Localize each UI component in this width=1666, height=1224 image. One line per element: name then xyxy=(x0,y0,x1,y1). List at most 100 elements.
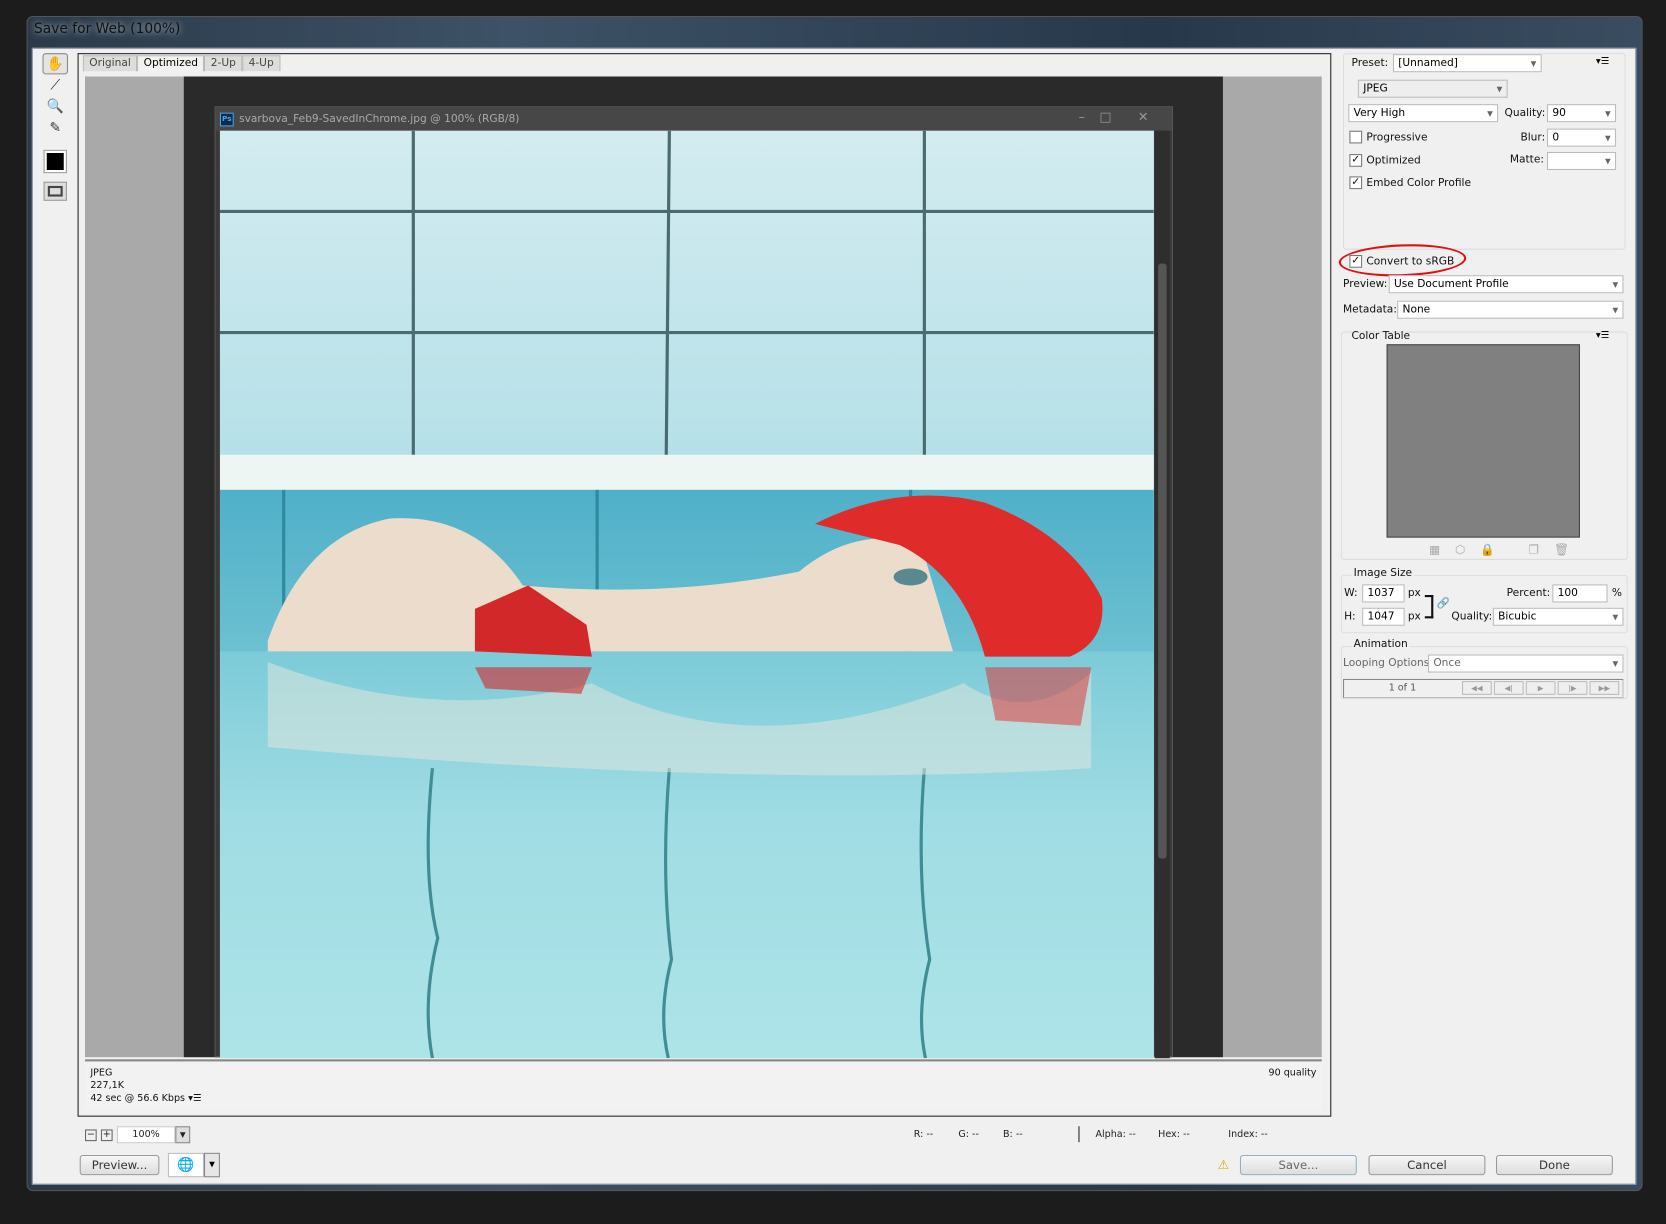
width-field[interactable]: 1037 xyxy=(1362,584,1405,603)
next-frame-button[interactable]: |▶ xyxy=(1557,681,1588,695)
window-title: Save for Web (100%) xyxy=(34,21,181,38)
new-color-icon[interactable]: ❐ xyxy=(1529,543,1539,557)
tab-original[interactable]: Original xyxy=(82,55,138,72)
quality-label: Quality: xyxy=(1504,107,1546,119)
document-vertical-scrollbar[interactable] xyxy=(1154,130,1170,1059)
minimize-icon[interactable]: – xyxy=(1078,109,1084,124)
browser-preview-button[interactable]: 🌐 xyxy=(167,1152,204,1178)
embed-color-profile-checkbox[interactable]: ✓ Embed Color Profile xyxy=(1349,176,1471,190)
eyedropper-icon: ✎ xyxy=(49,119,62,136)
resample-quality-select[interactable]: Bicubic ▼ xyxy=(1492,607,1624,626)
lock-icon[interactable]: 🔒 xyxy=(1480,543,1495,557)
file-size: 227,1K xyxy=(90,1080,124,1092)
preview-profile-select[interactable]: Use Document Profile ▼ xyxy=(1388,275,1624,294)
last-frame-button[interactable]: ▶▶ xyxy=(1589,681,1620,695)
compression-quality-select[interactable]: Very High ▼ xyxy=(1348,104,1499,123)
metadata-label: Metadata: xyxy=(1343,303,1397,316)
slices-icon xyxy=(47,185,63,197)
hand-tool-button[interactable]: ✋ xyxy=(42,53,68,75)
trash-icon[interactable]: 🗑 xyxy=(1554,543,1569,557)
link-icon[interactable]: 🔗 xyxy=(1437,598,1450,610)
eyedropper-tool-button[interactable]: ✎ xyxy=(43,117,69,138)
progressive-checkbox[interactable]: Progressive xyxy=(1349,130,1428,144)
pool-photo xyxy=(219,130,1154,1059)
document-window: Ps svarbova_Feb9-SavedInChrome.jpg @ 100… xyxy=(214,106,1173,1059)
image-size-title: Image Size xyxy=(1351,567,1415,580)
height-unit: px xyxy=(1407,610,1421,623)
cancel-button[interactable]: Cancel xyxy=(1368,1154,1486,1176)
web-shift-icon[interactable]: ▦ xyxy=(1429,543,1440,557)
first-frame-button[interactable]: ◀◀ xyxy=(1462,681,1492,695)
width-label: W: xyxy=(1344,587,1358,600)
zoom-dropdown-arrow[interactable]: ▼ xyxy=(175,1126,191,1144)
document-titlebar: Ps svarbova_Feb9-SavedInChrome.jpg @ 100… xyxy=(215,107,1172,131)
play-button[interactable]: ▶ xyxy=(1525,681,1556,695)
optimized-checkbox[interactable]: ✓ Optimized xyxy=(1349,154,1421,167)
slice-select-tool-button[interactable]: ⟋ xyxy=(43,74,69,95)
percent-field[interactable]: 100 xyxy=(1552,584,1608,603)
download-options-menu-icon[interactable]: ▾☰ xyxy=(188,1093,201,1104)
maximize-icon[interactable]: □ xyxy=(1099,109,1111,124)
quality-info: 90 quality xyxy=(1268,1067,1317,1079)
index-readout: Index: -- xyxy=(1228,1129,1268,1141)
zoom-out-button[interactable]: − xyxy=(85,1128,97,1141)
close-icon[interactable]: ✕ xyxy=(1138,109,1149,124)
done-button[interactable]: Done xyxy=(1496,1154,1613,1176)
previous-frame-button[interactable]: ◀| xyxy=(1493,681,1524,695)
preview-image[interactable] xyxy=(219,130,1154,1059)
b-readout: B: -- xyxy=(1003,1129,1023,1141)
browser-icon: 🌐 xyxy=(177,1157,195,1173)
eyedropper-color-swatch[interactable] xyxy=(43,149,67,174)
preview-profile-label: Preview: xyxy=(1343,278,1388,291)
height-label: H: xyxy=(1344,610,1356,623)
download-time: 42 sec @ 56.6 Kbps ▾☰ xyxy=(90,1093,202,1104)
resample-quality-label: Quality: xyxy=(1451,610,1493,623)
browser-dropdown-arrow[interactable]: ▼ xyxy=(204,1152,220,1178)
frame-counter: 1 of 1 xyxy=(1388,683,1417,694)
constrain-bracket xyxy=(1424,595,1434,619)
embed-color-profile-check[interactable]: ✓ xyxy=(1349,176,1363,190)
tab-2up[interactable]: 2-Up xyxy=(204,55,243,72)
blur-field[interactable]: 0 ▼ xyxy=(1547,128,1617,147)
save-button[interactable]: Save... xyxy=(1239,1154,1357,1176)
file-format: JPEG xyxy=(90,1067,113,1079)
readout-divider xyxy=(1078,1126,1080,1143)
file-format-select[interactable]: JPEG ▼ xyxy=(1357,79,1508,98)
zoom-icon: 🔍 xyxy=(46,98,64,115)
optimize-menu-icon[interactable]: ▾☰ xyxy=(1596,56,1609,67)
width-unit: px xyxy=(1407,587,1421,600)
matte-label: Matte: xyxy=(1509,154,1544,166)
g-readout: G: -- xyxy=(958,1129,979,1141)
photoshop-icon: Ps xyxy=(219,112,234,126)
matte-select[interactable]: ▼ xyxy=(1547,151,1617,170)
tab-optimized[interactable]: Optimized xyxy=(137,55,205,72)
zoom-level-field[interactable]: 100% xyxy=(116,1126,176,1144)
optimized-check[interactable]: ✓ xyxy=(1349,154,1363,167)
metadata-select[interactable]: None ▼ xyxy=(1397,300,1624,319)
color-table-menu-icon[interactable]: ▾☰ xyxy=(1596,330,1609,341)
r-readout: R: -- xyxy=(913,1129,934,1141)
cube-icon[interactable]: ⬡ xyxy=(1455,543,1465,557)
zoom-tool-button[interactable]: 🔍 xyxy=(43,96,69,117)
optimized-info-panel: JPEG 227,1K 42 sec @ 56.6 Kbps ▾☰ 90 qua… xyxy=(85,1059,1322,1111)
alpha-readout: Alpha: -- xyxy=(1095,1129,1136,1141)
looping-options-select[interactable]: Once ▼ xyxy=(1428,654,1624,673)
looping-options-label: Looping Options: xyxy=(1343,657,1433,670)
view-tabs: Original Optimized 2-Up 4-Up xyxy=(82,55,281,72)
tab-4up[interactable]: 4-Up xyxy=(242,55,281,72)
percent-unit: % xyxy=(1611,587,1622,600)
quality-field[interactable]: 90 ▼ xyxy=(1547,104,1617,123)
slice-select-icon: ⟋ xyxy=(50,77,61,93)
progressive-check[interactable] xyxy=(1349,130,1363,144)
color-table-swatches[interactable] xyxy=(1386,344,1580,538)
toggle-slices-button[interactable] xyxy=(43,181,67,201)
hex-readout: Hex: -- xyxy=(1158,1129,1190,1141)
percent-label: Percent: xyxy=(1506,587,1551,600)
height-field[interactable]: 1047 xyxy=(1362,607,1405,626)
preset-select[interactable]: [Unnamed] ▼ xyxy=(1392,54,1542,73)
preview-button[interactable]: Preview... xyxy=(79,1154,160,1176)
blur-label: Blur: xyxy=(1520,131,1546,144)
zoom-in-button[interactable]: + xyxy=(100,1128,113,1141)
hand-icon: ✋ xyxy=(46,55,64,72)
warning-icon: ⚠ xyxy=(1217,1157,1230,1172)
